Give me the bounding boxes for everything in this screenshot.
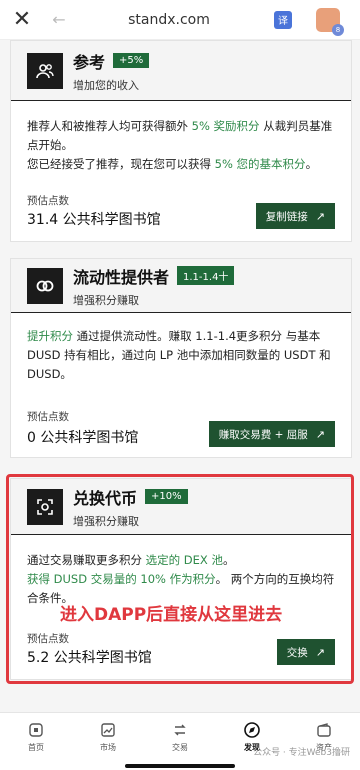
- url-display[interactable]: standx.com: [74, 12, 274, 28]
- watermark: 公众号 · 专注Web3撸研: [253, 748, 350, 758]
- home-icon: [26, 721, 46, 739]
- back-arrow-icon[interactable]: ←: [44, 10, 74, 29]
- referral-card-header: 参考 +5% 增加您的收入: [11, 41, 351, 101]
- nav-home[interactable]: 首页: [0, 713, 72, 770]
- trade-icon: [170, 721, 190, 739]
- card-title: 流动性提供者: [73, 267, 170, 287]
- browser-top-bar: ✕ ← standx.com 译 8: [0, 0, 360, 40]
- highlight-frame: [6, 474, 354, 684]
- estimated-points-label: 预估点数: [27, 411, 69, 423]
- referral-card: 参考 +5% 增加您的收入 推荐人和被推荐人均可获得额外 5% 奖励积分 从裁判…: [10, 40, 352, 242]
- close-icon[interactable]: ✕: [0, 7, 44, 32]
- people-icon: [27, 52, 63, 89]
- estimated-points-label: 预估点数: [27, 195, 69, 207]
- nav-discover[interactable]: 发现: [216, 713, 288, 770]
- nav-market[interactable]: 市场: [72, 713, 144, 770]
- discover-icon: [242, 721, 262, 739]
- bonus-badge: +5%: [113, 53, 150, 68]
- bottom-nav: 首页 市场 交易 发现 资产: [0, 712, 360, 770]
- card-subtitle: 增强积分赚取: [73, 293, 139, 307]
- avatar[interactable]: 8: [316, 7, 344, 36]
- translate-icon[interactable]: 译: [274, 10, 292, 29]
- liquidity-provider-card: 流动性提供者 1.1-1.4十 增强积分赚取 提升积分 通过提供流动性。赚取 1…: [10, 258, 352, 458]
- earn-fees-button[interactable]: 赚取交易费 + 屈服 ↗: [208, 421, 335, 447]
- referral-description: 推荐人和被推荐人均可获得额外 5% 奖励积分 从裁判员基准点开始。 您已经接受了…: [27, 119, 333, 171]
- bonus-badge: 1.1-1.4十: [177, 266, 235, 285]
- estimated-points-value: 0 公共科学图书馆: [27, 430, 139, 446]
- notification-badge: 8: [332, 23, 344, 36]
- arrow-up-right-icon: ↗: [315, 209, 325, 223]
- liquidity-card-header: 流动性提供者 1.1-1.4十 增强积分赚取: [11, 259, 351, 313]
- annotation-text: 进入DAPP后直接从这里进去: [60, 605, 283, 625]
- nav-assets[interactable]: 资产: [288, 713, 360, 770]
- nav-trade[interactable]: 交易: [144, 713, 216, 770]
- copy-link-button[interactable]: 复制链接 ↗: [255, 203, 335, 229]
- liquidity-description: 提升积分 通过提供流动性。赚取 1.1-1.4更多积分 与基本 DUSD 持有相…: [27, 329, 331, 381]
- link-icon: [27, 267, 63, 304]
- card-subtitle: 增加您的收入: [73, 78, 139, 92]
- card-title: 参考: [73, 52, 106, 72]
- market-icon: [98, 721, 118, 739]
- arrow-up-right-icon: ↗: [315, 427, 325, 441]
- estimated-points-value: 31.4 公共科学图书馆: [27, 212, 161, 228]
- home-indicator: [125, 764, 235, 768]
- wallet-icon: [314, 721, 334, 739]
